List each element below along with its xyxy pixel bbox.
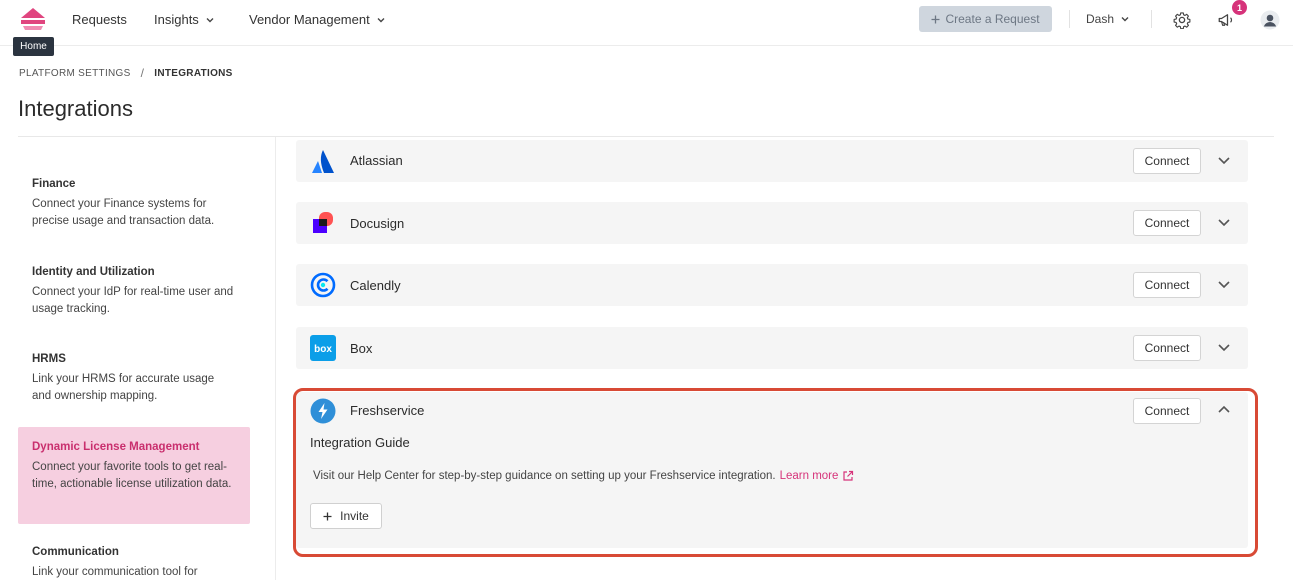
home-logo-icon[interactable] xyxy=(19,7,47,31)
sidebar-item-title: Identity and Utilization xyxy=(32,266,155,278)
sidebar-item-identity[interactable]: Identity and Utilization Connect your Id… xyxy=(18,266,250,318)
nav-requests-label: Requests xyxy=(72,12,127,27)
page-title: Integrations xyxy=(18,96,133,121)
nav-insights[interactable]: Insights xyxy=(154,12,215,27)
highlight-outline xyxy=(293,388,1258,557)
box-logo-icon: box xyxy=(310,335,336,361)
docusign-logo-icon xyxy=(313,212,333,233)
sidebar-item-communication[interactable]: Communication Link your communication to… xyxy=(18,546,250,581)
settings-button[interactable] xyxy=(1171,9,1193,31)
connect-button[interactable]: Connect xyxy=(1133,210,1201,236)
notification-badge: 1 xyxy=(1232,0,1247,15)
connect-button[interactable]: Connect xyxy=(1133,272,1201,298)
create-request-button[interactable]: Create a Request xyxy=(919,6,1052,32)
top-navigation: Requests Insights Vendor Management Crea… xyxy=(0,0,1293,46)
connect-button[interactable]: Connect xyxy=(1133,148,1201,174)
nav-insights-label: Insights xyxy=(154,12,199,27)
integration-name: Docusign xyxy=(350,216,405,231)
svg-text:box: box xyxy=(314,344,332,355)
nav-vendor-management-label: Vendor Management xyxy=(249,12,370,27)
integration-card-box: box Box Connect xyxy=(296,327,1248,369)
breadcrumb-separator: / xyxy=(140,66,145,80)
chevron-down-icon[interactable] xyxy=(1216,339,1232,355)
chevron-down-icon[interactable] xyxy=(1216,152,1232,168)
integration-name: Calendly xyxy=(350,278,401,293)
user-menu-button[interactable] xyxy=(1259,9,1281,31)
sidebar-item-title: Communication xyxy=(32,546,119,558)
integration-name: Atlassian xyxy=(350,153,403,168)
sidebar-item-description: Connect your favorite tools to get real-… xyxy=(32,461,232,490)
category-sidebar: Finance Connect your Finance systems for… xyxy=(18,137,276,580)
chevron-down-icon[interactable] xyxy=(1216,276,1232,292)
workspace-switcher[interactable]: Dash xyxy=(1086,12,1130,26)
divider xyxy=(1151,10,1152,28)
breadcrumb: PLATFORM SETTINGS / INTEGRATIONS xyxy=(19,66,233,80)
atlassian-logo-icon xyxy=(312,150,334,173)
sidebar-item-title: HRMS xyxy=(32,353,66,365)
avatar-icon xyxy=(1260,10,1280,30)
sidebar-item-title: Dynamic License Management xyxy=(32,441,200,453)
divider xyxy=(1069,10,1070,28)
sidebar-item-finance[interactable]: Finance Connect your Finance systems for… xyxy=(18,178,250,230)
integration-name: Box xyxy=(350,341,373,356)
sidebar-item-hrms[interactable]: HRMS Link your HRMS for accurate usage a… xyxy=(18,353,250,405)
nav-vendor-management[interactable]: Vendor Management xyxy=(249,12,386,27)
plus-icon xyxy=(931,15,940,23)
breadcrumb-current: INTEGRATIONS xyxy=(154,67,233,79)
gear-icon xyxy=(1173,12,1191,29)
create-request-label: Create a Request xyxy=(945,12,1040,26)
workspace-label: Dash xyxy=(1086,12,1115,26)
calendly-logo-icon xyxy=(310,272,336,298)
sidebar-item-description: Link your HRMS for accurate usage and ow… xyxy=(32,373,215,402)
breadcrumb-platform-settings[interactable]: PLATFORM SETTINGS xyxy=(19,68,131,79)
sidebar-item-title: Finance xyxy=(32,178,76,190)
sidebar-item-description: Link your communication tool for xyxy=(32,566,198,578)
sidebar-item-description: Connect your Finance systems for precise… xyxy=(32,198,215,227)
sidebar-item-description: Connect your IdP for real-time user and … xyxy=(32,286,234,315)
home-tooltip: Home xyxy=(13,37,54,56)
chevron-down-icon[interactable] xyxy=(1216,214,1232,230)
chevron-down-icon xyxy=(206,17,214,22)
connect-button[interactable]: Connect xyxy=(1133,335,1201,361)
chevron-down-icon xyxy=(1121,17,1129,22)
integration-card-calendly: Calendly Connect xyxy=(296,264,1248,306)
integration-card-docusign: Docusign Connect xyxy=(296,202,1248,244)
chevron-down-icon xyxy=(377,17,385,22)
megaphone-icon xyxy=(1218,14,1233,26)
integration-card-atlassian: Atlassian Connect xyxy=(296,140,1248,182)
sidebar-item-dynamic-license-management[interactable]: Dynamic License Management Connect your … xyxy=(18,427,250,524)
nav-requests[interactable]: Requests xyxy=(72,12,127,27)
